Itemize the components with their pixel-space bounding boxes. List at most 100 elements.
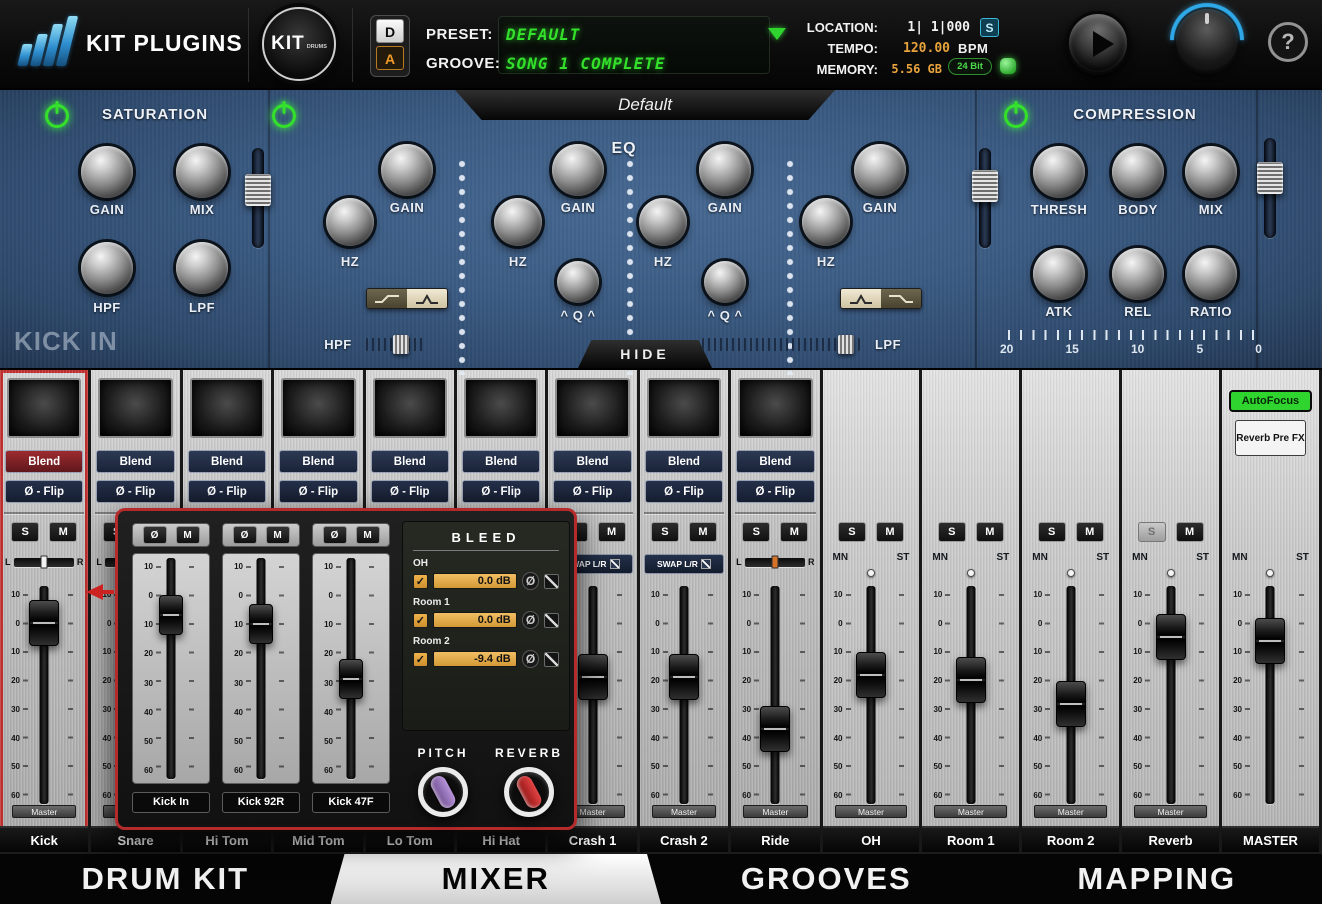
fader-link-icon[interactable]	[544, 652, 559, 667]
mute-button[interactable]: M	[356, 526, 380, 544]
channel-strip-oh[interactable]: S M MNST 100102030405060 Master OH	[823, 370, 923, 852]
fader-handle[interactable]	[159, 595, 183, 635]
eq-band2-gain-knob[interactable]	[552, 144, 604, 196]
help-button[interactable]: ?	[1268, 22, 1308, 62]
output-route-button[interactable]: Master	[835, 805, 908, 818]
send-enable-checkbox[interactable]: ✓	[413, 574, 428, 589]
tab-drum-kit[interactable]: DRUM KIT	[0, 854, 331, 904]
comp-release-knob[interactable]	[1112, 248, 1164, 300]
eq-band1-shape-toggle[interactable]	[366, 288, 448, 309]
groove-value[interactable]: SONG 1 COMPLETE	[506, 54, 666, 73]
output-route-button[interactable]: Master	[743, 805, 807, 818]
saturation-lpf-knob[interactable]	[176, 242, 228, 294]
mute-button[interactable]: M	[176, 526, 200, 544]
eq-hpf-slider[interactable]	[366, 338, 426, 351]
phase-flip-button[interactable]: Ø - Flip	[371, 480, 449, 503]
eq-power-button[interactable]	[272, 104, 296, 128]
comp-ratio-knob[interactable]	[1185, 248, 1237, 300]
fader-handle[interactable]	[856, 652, 886, 698]
mute-button[interactable]: M	[780, 522, 808, 542]
output-route-button[interactable]: Master	[12, 805, 76, 818]
fader-handle[interactable]	[249, 604, 273, 644]
eq-band1-gain-knob[interactable]	[381, 144, 433, 196]
eq-band3-gain-knob[interactable]	[699, 144, 751, 196]
swap-lr-button[interactable]: SWAP L/R	[644, 554, 724, 574]
eq-input-slider[interactable]	[252, 148, 264, 248]
digital-mode-button[interactable]: D	[376, 19, 404, 43]
pan-handle[interactable]	[40, 556, 47, 569]
fader-handle[interactable]	[956, 657, 986, 703]
balance-dot[interactable]	[1266, 569, 1274, 577]
send-level-field[interactable]: 0.0 dB	[433, 612, 517, 628]
balance-dot[interactable]	[867, 569, 875, 577]
fader-handle[interactable]	[669, 654, 699, 700]
phase-button[interactable]: Ø	[233, 526, 257, 544]
channel-strip-crash-2[interactable]: Blend Ø - Flip S M SWAP L/R 100102030405…	[640, 370, 731, 852]
tempo-value[interactable]: 120.00	[884, 41, 950, 56]
mute-button[interactable]: M	[1176, 522, 1204, 542]
eq-band2-freq-knob[interactable]	[494, 198, 542, 246]
mute-button[interactable]: M	[976, 522, 1004, 542]
channel-strip-room-1[interactable]: S M MNST 100102030405060 Master Room 1	[922, 370, 1022, 852]
eq-lpf-slider[interactable]	[702, 338, 860, 351]
reverb-prefx-button[interactable]: Reverb Pre FX	[1235, 420, 1306, 456]
fader-handle[interactable]	[578, 654, 608, 700]
dropdown-arrow-icon[interactable]	[768, 28, 786, 40]
phase-button[interactable]: Ø	[522, 611, 540, 629]
fader-track[interactable]	[771, 586, 780, 804]
eq-band4-gain-knob[interactable]	[854, 144, 906, 196]
mute-button[interactable]: M	[598, 522, 626, 542]
send-level-field[interactable]: 0.0 dB	[433, 573, 517, 589]
solo-button[interactable]: S	[11, 522, 39, 542]
mute-button[interactable]: M	[876, 522, 904, 542]
fader-track[interactable]	[167, 558, 176, 779]
output-route-button[interactable]: Master	[652, 805, 716, 818]
fader-handle[interactable]	[1255, 618, 1285, 664]
blend-button[interactable]: Blend	[279, 450, 357, 473]
fader-handle[interactable]	[339, 659, 363, 699]
master-volume-knob[interactable]	[1176, 9, 1238, 71]
bell-icon[interactable]	[407, 289, 447, 308]
blend-button[interactable]: Blend	[188, 450, 266, 473]
phase-flip-button[interactable]: Ø - Flip	[188, 480, 266, 503]
saturation-gain-knob[interactable]	[81, 146, 133, 198]
fader-handle[interactable]	[29, 600, 59, 646]
phase-flip-button[interactable]: Ø - Flip	[553, 480, 631, 503]
mute-button[interactable]: M	[49, 522, 77, 542]
phase-button[interactable]: Ø	[323, 526, 347, 544]
pan-slider[interactable]	[14, 558, 74, 567]
solo-button[interactable]: S	[742, 522, 770, 542]
sync-badge[interactable]: S	[980, 18, 999, 37]
solo-button[interactable]: S	[938, 522, 966, 542]
fader-handle[interactable]	[1156, 614, 1186, 660]
comp-attack-knob[interactable]	[1033, 248, 1085, 300]
comp-output-slider[interactable]	[1264, 138, 1276, 238]
phase-flip-button[interactable]: Ø - Flip	[462, 480, 540, 503]
channel-strip-reverb[interactable]: S M MNST 100102030405060 Master Reverb	[1122, 370, 1222, 852]
comp-thresh-knob[interactable]	[1033, 146, 1085, 198]
eq-band3-q-knob[interactable]	[704, 261, 746, 303]
preset-value[interactable]: DEFAULT	[506, 25, 580, 44]
eq-band2-q-knob[interactable]	[557, 261, 599, 303]
send-enable-checkbox[interactable]: ✓	[413, 652, 428, 667]
compression-power-button[interactable]	[1004, 104, 1028, 128]
balance-dot[interactable]	[1167, 569, 1175, 577]
phase-flip-button[interactable]: Ø - Flip	[96, 480, 174, 503]
analog-mode-button[interactable]: A	[376, 46, 404, 70]
blend-button[interactable]: Blend	[5, 450, 83, 473]
phase-flip-button[interactable]: Ø - Flip	[645, 480, 723, 503]
eq-band4-shape-toggle[interactable]	[840, 288, 922, 309]
saturation-hpf-knob[interactable]	[81, 242, 133, 294]
eq-band1-freq-knob[interactable]	[326, 198, 374, 246]
tab-grooves[interactable]: GROOVES	[661, 854, 992, 904]
channel-strip-room-2[interactable]: S M MNST 100102030405060 Master Room 2	[1022, 370, 1122, 852]
blend-button[interactable]: Blend	[96, 450, 174, 473]
comp-input-slider[interactable]	[979, 148, 991, 248]
fx-preset-tab[interactable]: Default	[455, 90, 835, 120]
fader-handle[interactable]	[1056, 681, 1086, 727]
tab-mapping[interactable]: MAPPING	[992, 854, 1322, 904]
bit-depth-badge[interactable]: 24 Bit	[948, 58, 992, 75]
balance-dot[interactable]	[967, 569, 975, 577]
bell-icon[interactable]	[841, 289, 881, 308]
eq-band3-freq-knob[interactable]	[639, 198, 687, 246]
